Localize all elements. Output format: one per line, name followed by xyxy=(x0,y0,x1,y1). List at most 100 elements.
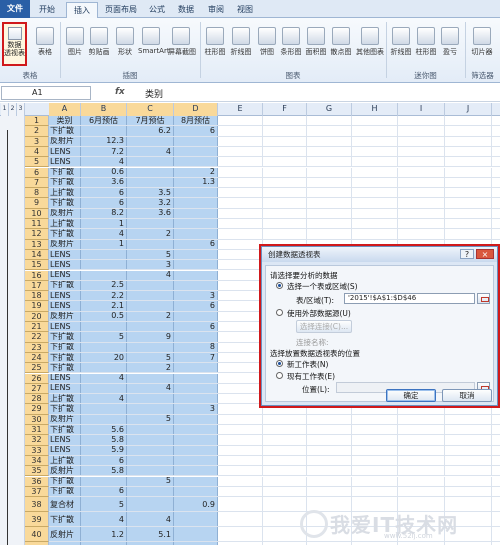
data-cell[interactable]: 3.2 xyxy=(127,198,174,208)
empty-cell[interactable] xyxy=(352,229,398,239)
column-header[interactable]: K xyxy=(492,103,500,116)
tab-review[interactable]: 审阅 xyxy=(202,2,230,18)
data-cell[interactable] xyxy=(81,260,127,270)
data-cell[interactable]: 6.2 xyxy=(127,126,174,136)
empty-cell[interactable] xyxy=(263,435,307,445)
empty-cell[interactable] xyxy=(218,136,263,146)
data-cell[interactable]: LENS xyxy=(49,435,81,445)
empty-cell[interactable] xyxy=(492,209,500,218)
row-header[interactable]: 38 xyxy=(25,497,49,513)
data-cell[interactable]: 上扩散 xyxy=(49,394,81,404)
data-cell[interactable]: 下扩散 xyxy=(49,198,81,208)
empty-cell[interactable] xyxy=(398,146,445,157)
data-cell[interactable]: 4 xyxy=(127,512,174,527)
empty-cell[interactable] xyxy=(218,445,263,455)
row-header[interactable]: 13 xyxy=(25,239,49,250)
column-header[interactable]: G xyxy=(307,103,352,116)
empty-cell[interactable] xyxy=(307,476,352,486)
empty-cell[interactable] xyxy=(307,455,352,466)
sparkline-column-button[interactable]: 柱形图 xyxy=(413,21,439,57)
data-cell[interactable] xyxy=(174,136,218,146)
data-cell[interactable] xyxy=(127,280,174,291)
data-cell[interactable]: 1.3 xyxy=(174,177,218,188)
row-header[interactable]: 11 xyxy=(25,219,49,230)
empty-cell[interactable] xyxy=(307,146,352,157)
data-cell[interactable] xyxy=(174,219,218,229)
empty-cell[interactable] xyxy=(218,208,263,218)
empty-cell[interactable] xyxy=(445,445,492,455)
ok-button[interactable]: 确定 xyxy=(386,389,436,402)
empty-cell[interactable] xyxy=(218,177,263,188)
outline-level-button[interactable]: 2 xyxy=(9,103,17,116)
column-header[interactable]: F xyxy=(263,103,307,116)
smartart-button[interactable]: SmartArt xyxy=(138,21,170,55)
data-cell[interactable]: 下扩散 xyxy=(49,342,81,352)
row-header[interactable]: 30 xyxy=(25,414,49,425)
empty-cell[interactable] xyxy=(307,425,352,435)
data-cell[interactable]: 下扩散 xyxy=(49,512,81,527)
data-cell[interactable]: 下扩散 xyxy=(49,363,81,373)
clipart-button[interactable]: 剪贴画 xyxy=(86,21,112,57)
data-cell[interactable] xyxy=(81,126,127,136)
data-cell[interactable]: 3 xyxy=(174,404,218,414)
empty-cell[interactable] xyxy=(352,219,398,229)
empty-cell[interactable] xyxy=(492,188,500,197)
empty-cell[interactable] xyxy=(218,188,263,198)
empty-cell[interactable] xyxy=(218,167,263,177)
data-cell[interactable] xyxy=(127,455,174,466)
data-cell[interactable]: 反射片 xyxy=(49,136,81,146)
empty-cell[interactable] xyxy=(352,425,398,435)
empty-cell[interactable] xyxy=(307,126,352,136)
data-cell[interactable]: 20 xyxy=(81,352,127,363)
data-cell[interactable] xyxy=(174,249,218,260)
empty-cell[interactable] xyxy=(352,167,398,177)
data-cell[interactable] xyxy=(174,435,218,445)
empty-cell[interactable] xyxy=(445,466,492,476)
empty-cell[interactable] xyxy=(492,126,500,135)
data-cell[interactable] xyxy=(174,425,218,435)
tab-page-layout[interactable]: 页面布局 xyxy=(100,2,142,18)
row-header[interactable]: 14 xyxy=(25,249,49,261)
data-cell[interactable]: 下扩散 xyxy=(49,352,81,363)
tab-file[interactable]: 文件 xyxy=(0,0,30,18)
data-cell[interactable]: 下扩散 xyxy=(49,280,81,291)
data-cell[interactable]: 9 xyxy=(127,332,174,342)
empty-cell[interactable] xyxy=(492,477,500,486)
data-cell[interactable]: LENS xyxy=(49,383,81,394)
picture-button[interactable]: 图片 xyxy=(62,21,88,57)
empty-cell[interactable] xyxy=(307,167,352,177)
empty-cell[interactable] xyxy=(218,219,263,229)
data-cell[interactable]: 2.2 xyxy=(81,291,127,301)
data-cell[interactable] xyxy=(127,342,174,352)
data-cell[interactable] xyxy=(174,486,218,497)
data-cell[interactable] xyxy=(127,177,174,188)
row-header[interactable]: 39 xyxy=(25,512,49,528)
data-cell[interactable]: 6 xyxy=(81,188,127,198)
data-cell[interactable]: 3.5 xyxy=(127,188,174,198)
empty-cell[interactable] xyxy=(263,476,307,486)
data-cell[interactable] xyxy=(174,188,218,198)
row-header[interactable]: 1 xyxy=(25,116,49,127)
empty-cell[interactable] xyxy=(307,486,352,497)
data-cell[interactable] xyxy=(174,270,218,280)
empty-cell[interactable] xyxy=(263,229,307,239)
outline-level-button[interactable]: 1 xyxy=(1,103,9,116)
empty-cell[interactable] xyxy=(398,208,445,218)
empty-cell[interactable] xyxy=(263,219,307,229)
empty-cell[interactable] xyxy=(445,198,492,208)
row-header[interactable]: 33 xyxy=(25,445,49,456)
data-cell[interactable]: 6月预估 xyxy=(81,116,127,126)
data-cell[interactable]: 6 xyxy=(174,322,218,332)
data-cell[interactable]: 3.6 xyxy=(81,177,127,188)
empty-cell[interactable] xyxy=(218,280,263,291)
empty-cell[interactable] xyxy=(492,229,500,238)
empty-cell[interactable] xyxy=(218,352,263,363)
empty-cell[interactable] xyxy=(352,198,398,208)
data-cell[interactable]: 下扩散 xyxy=(49,425,81,435)
row-header[interactable]: 24 xyxy=(25,352,49,364)
insert-function-icon[interactable]: fx xyxy=(115,87,125,97)
empty-cell[interactable] xyxy=(218,126,263,136)
empty-cell[interactable] xyxy=(218,270,263,280)
data-cell[interactable]: 下扩散 xyxy=(49,126,81,136)
row-header[interactable]: 25 xyxy=(25,363,49,374)
